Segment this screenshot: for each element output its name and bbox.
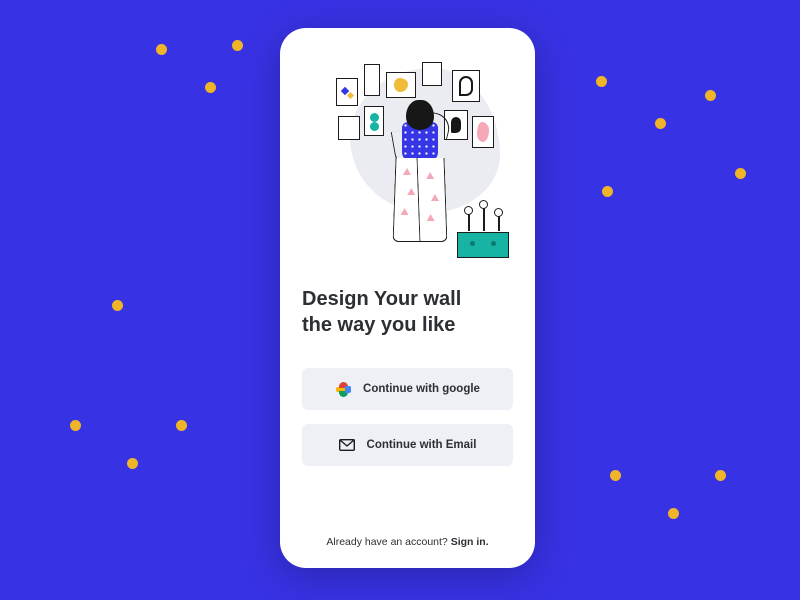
hero-illustration xyxy=(302,50,513,268)
decorative-dot xyxy=(176,420,187,431)
decorative-dot xyxy=(735,168,746,179)
sign-in-link[interactable]: Sign in. xyxy=(451,536,489,548)
decorative-dot xyxy=(655,118,666,129)
footer-prefix: Already have an account? xyxy=(326,536,450,548)
decorative-dot xyxy=(610,470,621,481)
auth-buttons: Continue with google Continue with Email xyxy=(302,368,513,466)
continue-google-label: Continue with google xyxy=(363,383,480,395)
decorative-dot xyxy=(668,508,679,519)
decorative-dot xyxy=(127,458,138,469)
decorative-dot xyxy=(156,44,167,55)
continue-email-button[interactable]: Continue with Email xyxy=(302,424,513,466)
decorative-dot xyxy=(232,40,243,51)
email-icon xyxy=(339,437,355,453)
decorative-dot xyxy=(70,420,81,431)
footer-text: Already have an account? Sign in. xyxy=(302,536,513,550)
decorative-dot xyxy=(596,76,607,87)
continue-email-label: Continue with Email xyxy=(367,439,477,451)
headline: Design Your wall the way you like xyxy=(302,286,513,338)
headline-line2: the way you like xyxy=(302,314,455,336)
decorative-dot xyxy=(112,300,123,311)
decorative-dot xyxy=(602,186,613,197)
decorative-dot xyxy=(705,90,716,101)
decorative-dot xyxy=(715,470,726,481)
decorative-dot xyxy=(205,82,216,93)
continue-google-button[interactable]: Continue with google xyxy=(302,368,513,410)
headline-line1: Design Your wall xyxy=(302,288,461,310)
google-icon xyxy=(335,381,351,397)
onboarding-card: Design Your wall the way you like Contin… xyxy=(280,28,535,568)
